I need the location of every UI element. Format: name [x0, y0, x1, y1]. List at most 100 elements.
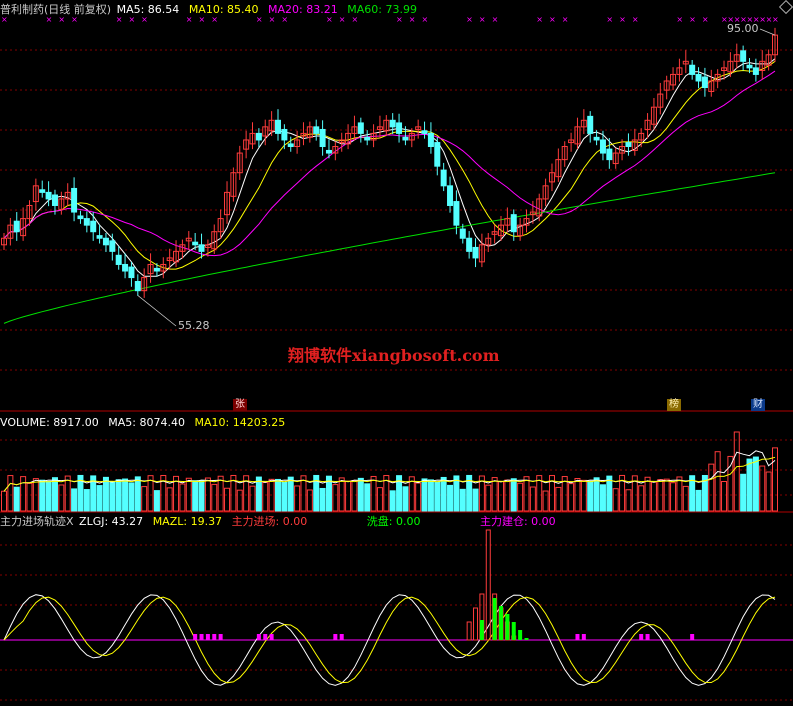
- signal-marker: ×: [58, 15, 65, 24]
- volume-ma10-readout: MA10: 14203.25: [194, 416, 286, 429]
- volume-bar: [179, 483, 186, 512]
- signal-marker: ×: [606, 15, 613, 24]
- ma10-readout: MA10: 85.40: [188, 3, 259, 16]
- candle-body: [593, 136, 600, 141]
- volume-bar: [491, 477, 498, 512]
- candle-body: [625, 142, 632, 148]
- build-bar: [193, 634, 198, 640]
- signal-marker: ×: [46, 15, 53, 24]
- signal-marker: ×: [549, 15, 556, 24]
- volume-bar: [504, 479, 511, 512]
- signal-marker: ×: [128, 15, 135, 24]
- volume-bar: [721, 481, 728, 512]
- event-tag-cai[interactable]: 财: [751, 399, 765, 411]
- candle-body: [122, 263, 129, 272]
- candle-body: [96, 235, 103, 239]
- volume-bar: [453, 475, 460, 512]
- volume-bar: [51, 477, 58, 512]
- indicator-panel-header: 主力进场轨迹X ZLGJ: 43.27 MAZL: 19.37 主力进场: 0.…: [0, 515, 562, 528]
- build-bar: [645, 634, 650, 640]
- volume-bar: [122, 478, 129, 512]
- volume-bar: [472, 488, 479, 512]
- volume-bar: [345, 480, 352, 512]
- wash-bar: [479, 620, 484, 640]
- candle-body: [153, 267, 160, 272]
- candle-body: [274, 119, 281, 134]
- volume-bar: [529, 486, 536, 512]
- volume-panel-header: VOLUME: 8917.00 MA5: 8074.40 MA10: 14203…: [0, 416, 291, 429]
- build-bar: [581, 634, 586, 640]
- event-tag-bang[interactable]: 榜: [667, 399, 681, 411]
- build-bar: [263, 634, 268, 640]
- volume-bar: [20, 476, 27, 512]
- signal-marker: ×: [186, 15, 193, 24]
- candle-body: [752, 67, 759, 75]
- candle-body: [453, 201, 460, 226]
- volume-bar: [510, 478, 517, 512]
- volume-bar: [421, 478, 428, 512]
- signal-marker: ×: [141, 15, 148, 24]
- signal-marker: ×: [326, 15, 333, 24]
- candle-body: [689, 64, 696, 75]
- candle-body: [313, 126, 320, 134]
- ma5-readout: MA5: 86.54: [116, 3, 180, 16]
- volume-bar: [45, 480, 52, 512]
- volume-bar: [217, 475, 224, 512]
- signal-marker: ×: [422, 15, 429, 24]
- volume-bar: [714, 451, 721, 512]
- signal-marker: ×: [632, 15, 639, 24]
- volume-bar: [262, 482, 269, 512]
- signal-marker: ×: [199, 15, 206, 24]
- ma60-readout: MA60: 73.99: [347, 3, 417, 16]
- signal-marker: ×: [676, 15, 683, 24]
- candle-body: [606, 148, 613, 161]
- volume-bar: [332, 484, 339, 512]
- volume-bar: [485, 484, 492, 512]
- volume-bar: [338, 477, 345, 512]
- wash-bar: [511, 622, 516, 640]
- candle-body: [357, 122, 364, 134]
- wash-bar: [492, 598, 497, 640]
- build-bar: [639, 634, 644, 640]
- volume-bar: [740, 473, 747, 512]
- volume-bar: [351, 480, 358, 512]
- volume-bar: [274, 478, 281, 512]
- wash-bar: [524, 638, 529, 640]
- wash-bar: [518, 630, 523, 640]
- volume-bar: [580, 479, 587, 512]
- signal-marker: ×: [281, 15, 288, 24]
- volume-bar: [13, 486, 20, 512]
- volume-bar: [434, 481, 441, 512]
- candle-body: [109, 240, 116, 252]
- signal-marker: ×: [71, 15, 78, 24]
- volume-readout: VOLUME: 8917.00: [0, 416, 99, 429]
- volume-bar: [115, 479, 122, 512]
- signal-marker: ×: [256, 15, 263, 24]
- volume-bar: [319, 487, 326, 512]
- candle-body: [695, 73, 702, 82]
- watermark: 翔博软件xiangbosoft.com: [288, 346, 500, 365]
- volume-bar: [166, 487, 173, 512]
- volume-bar: [447, 484, 454, 512]
- volume-bar: [555, 486, 562, 512]
- candle-body: [90, 220, 97, 233]
- signal-marker: ×: [536, 15, 543, 24]
- candle-body: [281, 128, 288, 141]
- candle-body: [198, 244, 205, 252]
- volume-bar: [26, 482, 33, 512]
- volume-bar: [708, 463, 715, 512]
- candle-body: [192, 241, 199, 246]
- volume-bar: [459, 488, 466, 512]
- candle-body: [128, 266, 135, 279]
- high-price-leader: [759, 28, 776, 36]
- candle-body: [434, 142, 441, 167]
- event-tag-zhang[interactable]: 张: [233, 399, 247, 411]
- volume-bar: [357, 477, 364, 512]
- volume-bar: [370, 475, 377, 512]
- candle-body: [255, 132, 262, 141]
- enter-readout: 主力进场: 0.00: [231, 515, 308, 528]
- volume-bar: [376, 487, 383, 512]
- candle-body: [402, 136, 409, 141]
- signal-marker: ×: [562, 15, 569, 24]
- volume-bar: [612, 488, 619, 512]
